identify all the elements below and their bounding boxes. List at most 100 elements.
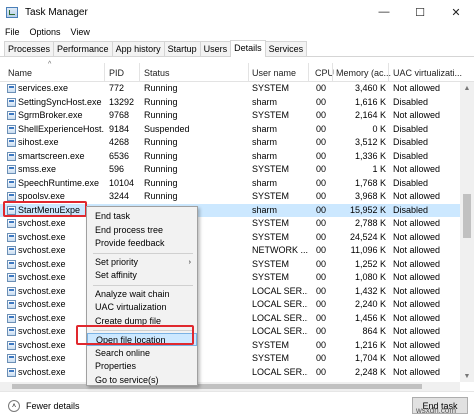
scroll-down-arrow-icon[interactable]: ▼ <box>460 370 474 382</box>
cell-status: Running <box>144 164 178 174</box>
table-row[interactable]: svchost.exe SYSTEM 00 1,252 K Not allowed <box>0 258 460 272</box>
column-header-user-name[interactable]: User name <box>252 68 296 78</box>
cell-mem: 3,460 K <box>354 83 386 93</box>
table-row[interactable]: svchost.exe LOCAL SER... 00 864 K Not allowe… <box>0 325 460 339</box>
menu-options[interactable]: Options <box>25 27 66 37</box>
fewer-details-toggle[interactable]: ˄ Fewer details <box>8 400 80 412</box>
tab-processes[interactable]: Processes <box>4 41 55 56</box>
column-divider[interactable] <box>388 63 389 81</box>
process-icon <box>7 165 16 174</box>
cell-mem: 11,096 K <box>350 245 386 255</box>
cell-status: Running <box>144 177 178 188</box>
cell-uac: Not allowed <box>393 110 441 120</box>
cell-uac: Not allowed <box>393 366 441 377</box>
vertical-scrollbar[interactable]: ▲ ▼ <box>460 82 474 382</box>
cell-mem: 24,524 K <box>349 231 386 242</box>
tab-services[interactable]: Services <box>264 41 308 56</box>
table-row[interactable]: SpeechRuntime.exe 10104 Running sharm 00 1,76… <box>0 177 460 191</box>
ctx-end-task[interactable]: End task <box>87 210 197 223</box>
tab-details[interactable]: Details <box>230 40 266 57</box>
ctx-search-online[interactable]: Search online <box>87 347 197 360</box>
column-header-pid[interactable]: PID <box>109 68 124 78</box>
cell-cpu: 00 <box>316 272 327 282</box>
cell-mem: 1,080 K <box>354 272 386 282</box>
tab-performance[interactable]: Performance <box>53 41 113 56</box>
cell-cpu: 00 <box>316 83 327 93</box>
column-divider[interactable] <box>104 63 105 81</box>
table-row[interactable]: svchost.exe SYSTEM 00 1,080 K Not allowed <box>0 271 460 285</box>
ctx-set-priority[interactable]: Set priority › <box>87 256 197 269</box>
table-row[interactable]: sihost.exe 4268 Running sharm 00 3,512 K Disab… <box>0 136 460 150</box>
minimize-button[interactable]: — <box>366 0 402 24</box>
table-row[interactable]: ShellExperienceHost... 9184 Suspended sharm… <box>0 123 460 137</box>
menu-item-label: Search online <box>95 347 151 358</box>
cell-cpu: 00 <box>316 191 327 201</box>
cell-uac: Disabled <box>393 177 429 188</box>
vertical-scroll-thumb[interactable] <box>463 194 471 238</box>
ctx-uac-virtualization[interactable]: UAC virtualization <box>87 301 197 314</box>
close-button[interactable]: ✕ <box>438 0 474 24</box>
table-row[interactable]: svchost.exe NETWORK ... 00 11,096 K Not allo… <box>0 244 460 258</box>
table-row[interactable]: svchost.exe LOCAL SER... 00 2,248 K Not allo… <box>0 366 460 380</box>
cell-name: SpeechRuntime.exe <box>18 177 100 188</box>
window-title: Task Manager <box>25 6 88 18</box>
table-row[interactable]: svchost.exe SYSTEM 00 1,704 K Not allowed <box>0 352 460 366</box>
column-divider[interactable] <box>332 63 333 81</box>
table-row[interactable]: svchost.exe SYSTEM 00 1,216 K Not allowed <box>0 339 460 353</box>
tab-app-history[interactable]: App history <box>111 41 165 56</box>
process-icon <box>7 327 16 336</box>
table-row[interactable]: svchost.exe LOCAL SER... 00 1,456 K Not allo… <box>0 312 460 326</box>
ctx-analyze-wait-chain[interactable]: Analyze wait chain <box>87 288 197 301</box>
cell-mem: 1 K <box>372 164 386 174</box>
table-row[interactable]: svchost.exe LOCAL SER... 00 1,432 K Not allo… <box>0 285 460 299</box>
ctx-end-process-tree[interactable]: End process tree <box>87 224 197 237</box>
cell-cpu: 00 <box>316 245 327 255</box>
process-icon <box>7 300 16 309</box>
cell-mem: 3,512 K <box>354 137 386 147</box>
process-icon <box>7 340 16 350</box>
menu-file[interactable]: File <box>0 27 25 37</box>
scroll-up-arrow-icon[interactable]: ▲ <box>460 82 474 94</box>
table-row[interactable]: svchost.exe SYSTEM 00 2,788 K Not allowed <box>0 217 460 231</box>
cell-cpu: 00 <box>316 150 327 161</box>
table-row[interactable]: services.exe 772 Running SYSTEM 00 3,460 K Not… <box>0 82 460 96</box>
table-row[interactable]: smartscreen.exe 6536 Running sharm 00 1,336 K… <box>0 150 460 164</box>
column-header-uac-virtualization[interactable]: UAC virtualizati... <box>393 68 462 78</box>
horizontal-scrollbar[interactable] <box>0 382 460 391</box>
column-divider[interactable] <box>139 63 140 81</box>
menu-view[interactable]: View <box>66 27 95 37</box>
cell-status: Suspended <box>144 123 190 134</box>
horizontal-scroll-thumb[interactable] <box>12 384 422 389</box>
column-divider[interactable] <box>308 63 309 81</box>
cell-uac: Not allowed <box>393 339 441 350</box>
cell-status: Running <box>144 83 178 93</box>
cell-cpu: 00 <box>316 137 327 147</box>
table-row[interactable]: svchost.exe SYSTEM 00 24,524 K Not allowed <box>0 231 460 245</box>
cell-cpu: 00 <box>316 312 327 323</box>
process-icon <box>7 367 16 377</box>
table-row[interactable]: SgrmBroker.exe 9768 Running SYSTEM 00 2,164 K… <box>0 109 460 123</box>
menu-item-label: Go to service(s) <box>95 374 159 385</box>
tab-startup[interactable]: Startup <box>163 41 201 56</box>
column-divider[interactable] <box>248 63 249 81</box>
context-menu: End task End process tree Provide feedback… <box>86 206 198 386</box>
ctx-go-to-services[interactable]: Go to service(s) <box>87 374 197 387</box>
table-row[interactable]: smss.exe 596 Running SYSTEM 00 1 K Not allowed <box>0 163 460 177</box>
table-row[interactable]: SettingSyncHost.exe 13292 Running sharm 00 1,… <box>0 96 460 110</box>
cell-name: spoolsv.exe <box>18 191 65 201</box>
column-header-name[interactable]: Name <box>8 68 32 78</box>
ctx-properties[interactable]: Properties <box>87 360 197 373</box>
column-header-status[interactable]: Status <box>144 68 170 78</box>
cell-uac: Not allowed <box>393 231 441 242</box>
cell-uac: Disabled <box>393 96 429 107</box>
table-row[interactable]: svchost.exe LOCAL SER... 00 2,240 K Not allo… <box>0 298 460 312</box>
cell-uac: Not allowed <box>393 218 441 228</box>
fewer-details-label: Fewer details <box>26 401 80 411</box>
cell-user: sharm <box>252 123 278 134</box>
tab-users[interactable]: Users <box>199 41 232 56</box>
ctx-provide-feedback[interactable]: Provide feedback <box>87 237 197 250</box>
cell-cpu: 00 <box>316 123 327 134</box>
column-header-memory[interactable]: Memory (ac... <box>336 68 391 78</box>
ctx-set-affinity[interactable]: Set affinity <box>87 269 197 282</box>
maximize-button[interactable]: ☐ <box>402 0 438 24</box>
